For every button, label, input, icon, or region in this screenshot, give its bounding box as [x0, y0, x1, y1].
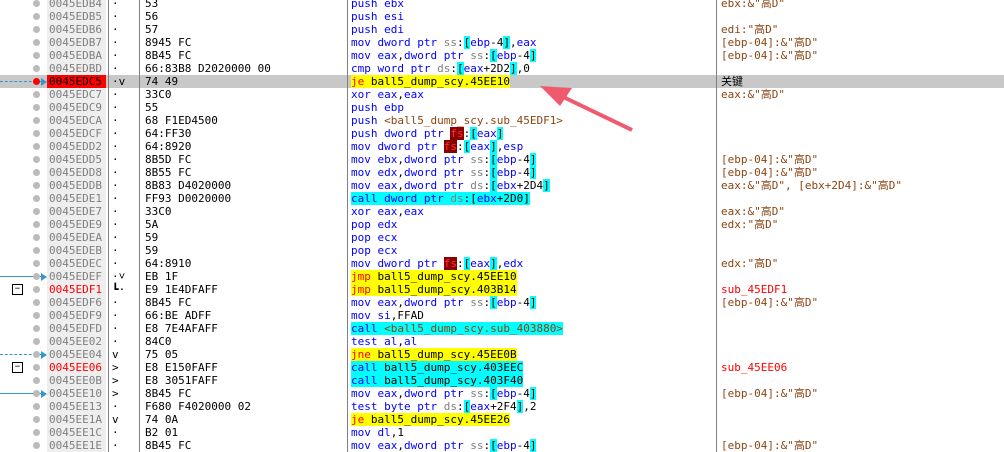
annotation-arrow-shaft [554, 91, 633, 132]
annotation-overlay [540, 86, 633, 132]
annotation-arrow-head [540, 86, 572, 106]
